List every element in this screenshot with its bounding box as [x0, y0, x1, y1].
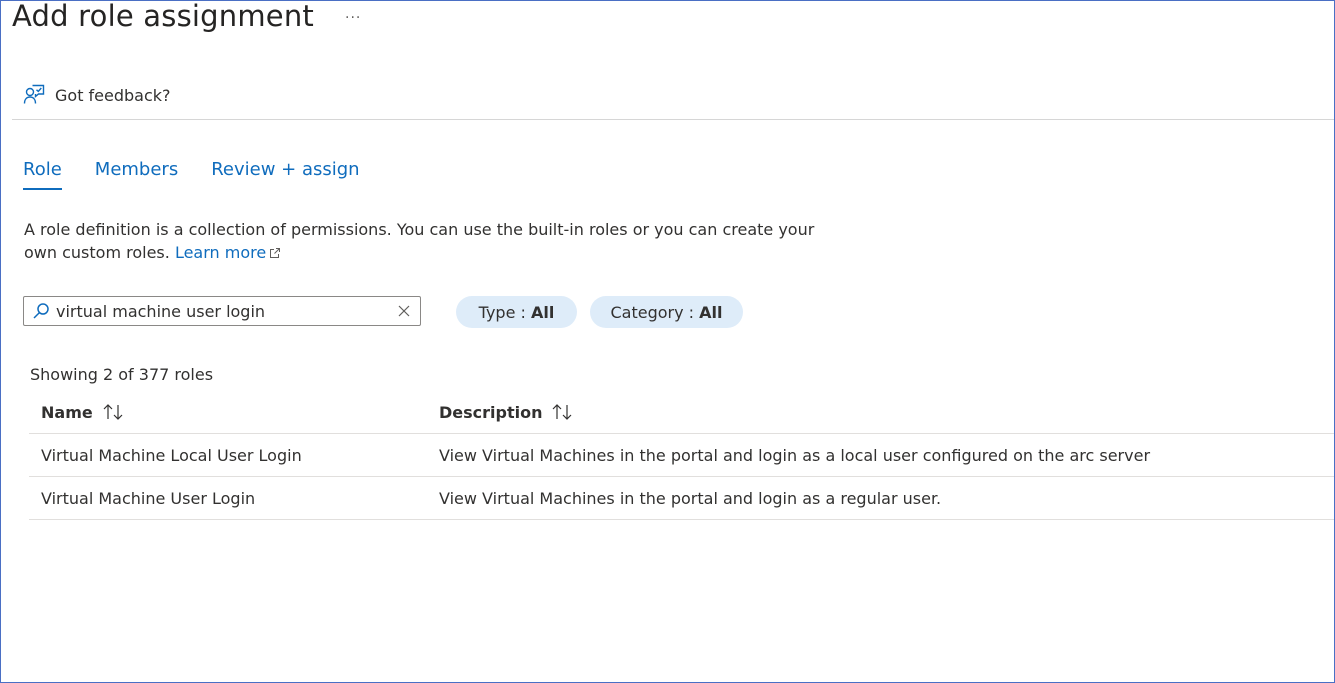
role-name: Virtual Machine User Login — [41, 488, 256, 508]
tab-members[interactable]: Members — [95, 159, 178, 190]
column-header-name[interactable]: Name — [41, 391, 126, 433]
feedback-label: Got feedback? — [55, 85, 171, 105]
type-filter-label: Type : — [478, 302, 526, 322]
table-header-row: Name Description — [29, 391, 1334, 434]
role-description: View Virtual Machines in the portal and … — [439, 445, 1151, 465]
feedback-icon — [23, 84, 45, 104]
category-filter-pill[interactable]: Category : All — [590, 296, 743, 328]
page-title: Add role assignment — [12, 0, 314, 33]
sort-icon[interactable] — [551, 403, 575, 421]
toolbar-divider — [12, 119, 1334, 120]
blade-frame: Add role assignment ··· Got feedback? Ro… — [0, 0, 1335, 683]
tab-review-assign[interactable]: Review + assign — [211, 159, 359, 190]
search-box[interactable] — [23, 296, 421, 326]
results-count: Showing 2 of 377 roles — [30, 365, 214, 384]
sort-icon[interactable] — [102, 403, 126, 421]
tab-list: Role Members Review + assign — [23, 159, 393, 190]
table-row[interactable]: Virtual Machine User Login View Virtual … — [29, 477, 1334, 520]
column-header-name-label: Name — [41, 402, 93, 422]
search-input[interactable] — [56, 301, 397, 321]
learn-more-link[interactable]: Learn more — [175, 243, 281, 262]
role-description: View Virtual Machines in the portal and … — [439, 488, 942, 508]
learn-more-label: Learn more — [174, 243, 267, 262]
column-header-description[interactable]: Description — [439, 391, 575, 433]
role-name: Virtual Machine Local User Login — [41, 445, 302, 465]
intro-text: A role definition is a collection of per… — [24, 220, 815, 262]
type-filter-pill[interactable]: Type : All — [456, 296, 577, 328]
type-filter-value: All — [530, 302, 555, 322]
search-icon — [33, 303, 49, 319]
role-description-text: A role definition is a collection of per… — [24, 218, 844, 264]
feedback-button[interactable]: Got feedback? — [23, 83, 171, 107]
category-filter-label: Category : — [610, 302, 695, 322]
table-row[interactable]: Virtual Machine Local User Login View Vi… — [29, 434, 1334, 477]
close-icon[interactable] — [397, 304, 411, 318]
category-filter-value: All — [699, 302, 723, 322]
roles-table: Name Description Virtual Machine Local U… — [29, 391, 1334, 520]
external-link-icon — [270, 248, 281, 258]
tab-role[interactable]: Role — [23, 159, 62, 190]
more-options-icon[interactable]: ··· — [345, 10, 361, 26]
column-header-description-label: Description — [439, 402, 543, 422]
